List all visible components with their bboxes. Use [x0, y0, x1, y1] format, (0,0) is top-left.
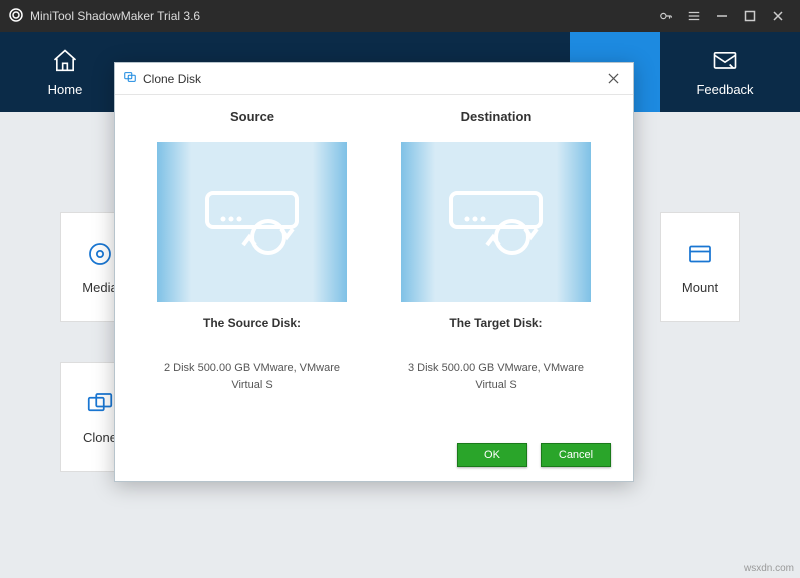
mount-icon: [685, 239, 715, 272]
app-title: MiniTool ShadowMaker Trial 3.6: [30, 9, 200, 23]
dialog-titlebar: Clone Disk: [115, 63, 633, 95]
nav-feedback-label: Feedback: [696, 82, 753, 97]
nav-feedback[interactable]: Feedback: [670, 32, 780, 112]
feedback-icon: [711, 47, 739, 78]
ok-button[interactable]: OK: [457, 443, 527, 467]
clone-disk-dialog: Clone Disk Source: [114, 62, 634, 482]
close-button[interactable]: [764, 2, 792, 30]
minimize-button[interactable]: [708, 2, 736, 30]
disk-sync-icon: [441, 175, 551, 270]
key-icon[interactable]: [652, 2, 680, 30]
menu-icon[interactable]: [680, 2, 708, 30]
clone-icon: [85, 389, 115, 422]
dialog-close-button[interactable]: [601, 67, 625, 91]
nav-home-label: Home: [48, 82, 83, 97]
dialog-title: Clone Disk: [143, 72, 201, 86]
dialog-body: Source The Source Disk: 2 Di: [115, 95, 633, 429]
app-logo-area: MiniTool ShadowMaker Trial 3.6: [8, 7, 200, 26]
source-disk-tile[interactable]: [157, 142, 347, 302]
card-mount-label: Mount: [682, 280, 718, 295]
source-disk-label: The Source Disk:: [203, 316, 301, 330]
home-icon: [51, 47, 79, 78]
disk-sync-icon: [197, 175, 307, 270]
titlebar: MiniTool ShadowMaker Trial 3.6: [0, 0, 800, 32]
destination-disk-tile[interactable]: [401, 142, 591, 302]
destination-heading: Destination: [461, 109, 532, 124]
media-icon: [85, 239, 115, 272]
card-media-label: Media: [82, 280, 117, 295]
source-disk-desc: 2 Disk 500.00 GB VMware, VMware Virtual …: [157, 360, 347, 393]
watermark: wsxdn.com: [744, 563, 794, 574]
nav-home[interactable]: Home: [10, 32, 120, 112]
target-disk-label: The Target Disk:: [449, 316, 542, 330]
card-clone-label: Clone: [83, 430, 117, 445]
source-column: Source The Source Disk: 2 Di: [137, 109, 367, 429]
app-logo-icon: [8, 7, 24, 26]
target-disk-desc: 3 Disk 500.00 GB VMware, VMware Virtual …: [401, 360, 591, 393]
source-heading: Source: [230, 109, 274, 124]
card-mount[interactable]: Mount: [660, 212, 740, 322]
maximize-button[interactable]: [736, 2, 764, 30]
destination-column: Destination The Target Disk:: [381, 109, 611, 429]
cancel-button[interactable]: Cancel: [541, 443, 611, 467]
dialog-footer: OK Cancel: [115, 429, 633, 481]
app-window: MiniTool ShadowMaker Trial 3.6 Home: [0, 0, 800, 578]
dialog-icon: [123, 70, 137, 87]
